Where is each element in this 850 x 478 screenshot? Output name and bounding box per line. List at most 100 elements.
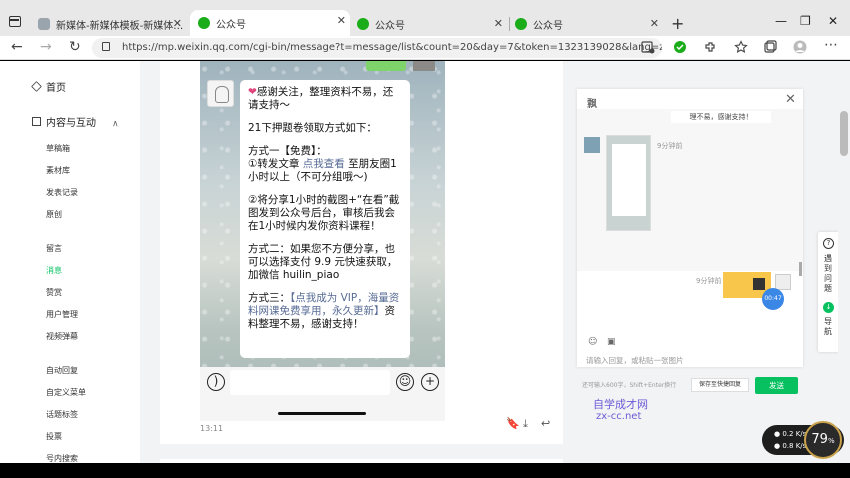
message-text: 方式三： [248,292,290,304]
extensions-icon[interactable] [703,40,717,54]
nav-icon[interactable]: ↓ [823,302,834,313]
message-time: 9分钟前 [696,277,722,285]
chat-input [230,370,390,395]
address-bar[interactable]: https://mp.weixin.qq.com/cgi-bin/message… [92,38,662,58]
account-avatar [584,137,600,153]
favorites-icon[interactable] [734,40,748,54]
close-window-icon[interactable]: ✕ [828,14,838,28]
speed-value: 0.8 [782,442,794,450]
sidebar-item-label: 首页 [46,83,66,94]
user-avatar [775,274,791,290]
sidebar-item-custom-menu[interactable]: 自定义菜单 [46,387,86,398]
emoji-icon[interactable]: ☺ [588,337,597,347]
speed-value: 0.2 [782,430,794,438]
bookmark-icon[interactable]: 🔖 [506,417,520,430]
sidebar-item-drafts[interactable]: 草稿箱 [46,143,70,154]
sidebar-item-home[interactable]: 首页 [31,79,66,94]
emoji-icon: ☺ [396,373,414,391]
page-scroll-thumb[interactable] [840,111,848,156]
page-body: 首页 内容与互动 ∨ 草稿箱 素材库 发表记录 原创 留言 消息 赞赏 用户管理… [0,61,850,463]
sidebar-item-messages[interactable]: 消息 [46,265,62,276]
tab-title: 公众号 [216,19,246,31]
tab-4[interactable]: 公众号 ✕ [515,13,663,35]
sidebar-item-users[interactable]: 用户管理 [46,309,78,320]
tab-title: 新媒体-新媒体模板-新媒体图片… [56,20,186,32]
forward-icon[interactable]: → [40,39,52,55]
message-line: ❤感谢关注，整理资料不易，还请支持～ [248,86,402,112]
maximize-icon[interactable]: ❐ [800,14,811,28]
account-avatar [207,80,234,107]
reply-input[interactable]: 请输入回复，或粘贴一张图片 [586,355,684,366]
profile-avatar-icon[interactable] [793,40,807,54]
message-link[interactable]: 点我查看 [303,158,345,170]
back-icon[interactable]: ← [11,39,23,55]
download-icon[interactable]: ⤓ [523,417,528,431]
conversation-panel: 飘 ✕ 理不易，感谢支持！ 9分钟前 9分钟前 00:47 ☺ ▣ 请输入回复，… [577,89,803,394]
sidebar-item-materials[interactable]: 素材库 [46,165,70,176]
gauge-value: 79 [811,432,828,447]
more-icon[interactable]: ⋯ [824,37,838,53]
message-line: 方式三：【点我成为 VIP，海量资料网课免费享用，永久更新】资料整理不易，感谢支… [248,292,402,331]
tab-title: 公众号 [533,20,563,32]
sidebar-item-rewards[interactable]: 赞赏 [46,287,62,298]
new-tab-icon[interactable]: + [671,14,684,33]
sidebar-item-publish-records[interactable]: 发表记录 [46,187,78,198]
close-icon[interactable]: ✕ [785,92,796,107]
image-icon[interactable]: ▣ [607,337,616,347]
timer-badge: 00:47 [762,288,784,310]
sidebar-item-topic-tags[interactable]: 话题标签 [46,409,78,420]
close-tab-icon[interactable]: ✕ [173,17,182,30]
message-line: 方式一【免费】： ①转发文章 点我查看 至朋友圈1小时以上（不可分组哦～) [248,145,402,184]
sidebar-item-original[interactable]: 原创 [46,209,62,220]
collections-icon[interactable] [763,40,777,54]
chevron-up-icon[interactable]: ∨ [112,118,119,128]
close-tab-icon[interactable]: ✕ [337,14,346,27]
minimize-icon[interactable]: — [775,14,787,28]
sidebar-item-vote[interactable]: 投票 [46,431,62,442]
plus-icon: + [421,373,439,391]
sidebar-item-auto-reply[interactable]: 自动回复 [46,365,78,376]
message-line: 21下押题卷领取方式如下： [248,122,377,134]
reply-icon[interactable]: ↩ [541,417,550,430]
sidebar-item-danmaku[interactable]: 视频弹幕 [46,331,78,342]
message-history[interactable]: 理不易，感谢支持！ 9分钟前 9分钟前 00:47 [577,109,803,310]
wechat-icon [515,18,527,30]
help-link[interactable]: 遇到问题 [824,254,834,294]
tab-1[interactable]: 新媒体-新媒体模板-新媒体图片… ✕ [38,13,186,35]
heart-icon: ❤ [248,86,257,98]
nav-link[interactable]: 导航 [824,317,834,337]
speed-widget: ● 0.2 K/s ● 0.8 K/s 79% [762,421,844,459]
home-icon [31,81,42,92]
sidebar-item-search[interactable]: 号内搜索 [46,453,78,463]
save-quick-reply-button[interactable]: 保存至快捷回复 [691,378,749,392]
watermark-url: zx-cc.net [596,411,642,422]
reading-mode-icon[interactable] [641,40,655,54]
memory-gauge[interactable]: 79% [804,421,842,459]
message-bubble: 理不易，感谢支持！ [671,111,771,123]
page-icon [38,18,50,30]
wechat-icon [198,17,210,29]
sidebar-item-comments[interactable]: 留言 [46,243,62,254]
char-count-hint: 还可输入600字，Shift+Enter换行 [582,382,677,389]
conversation-title: 飘 [587,99,597,110]
panel-scrollbar[interactable] [799,262,802,276]
reload-icon[interactable]: ↻ [69,39,81,55]
download-speed: ● 0.8 K/s [774,442,807,450]
help-icon[interactable]: ? [823,238,834,249]
help-floatbar: ? 遇到问题 ↓ 导航 [818,232,840,352]
sidebar-section-content[interactable]: 内容与互动 [32,114,96,129]
toolbar: ← → ↻ https://mp.weixin.qq.com/cgi-bin/m… [0,36,850,60]
image-message[interactable] [606,135,651,231]
close-tab-icon[interactable]: ✕ [650,17,659,30]
chat-screenshot[interactable]: ❤感谢关注，整理资料不易，还请支持～ 21下押题卷领取方式如下： 方式一【免费】… [200,61,445,421]
extension-shield-icon[interactable] [673,40,687,54]
window-icon[interactable] [9,16,21,27]
tab-3[interactable]: 公众号 ✕ [357,13,507,35]
message-time: 13:11 [200,424,224,433]
document-icon [32,117,41,126]
close-tab-icon[interactable]: ✕ [494,17,503,30]
tab-2[interactable]: 公众号 ✕ [190,10,350,36]
reply-bubble: ❤感谢关注，整理资料不易，还请支持～ 21下押题卷领取方式如下： 方式一【免费】… [240,80,410,358]
send-button[interactable]: 发送 [755,377,798,394]
tab-separator [509,17,510,31]
